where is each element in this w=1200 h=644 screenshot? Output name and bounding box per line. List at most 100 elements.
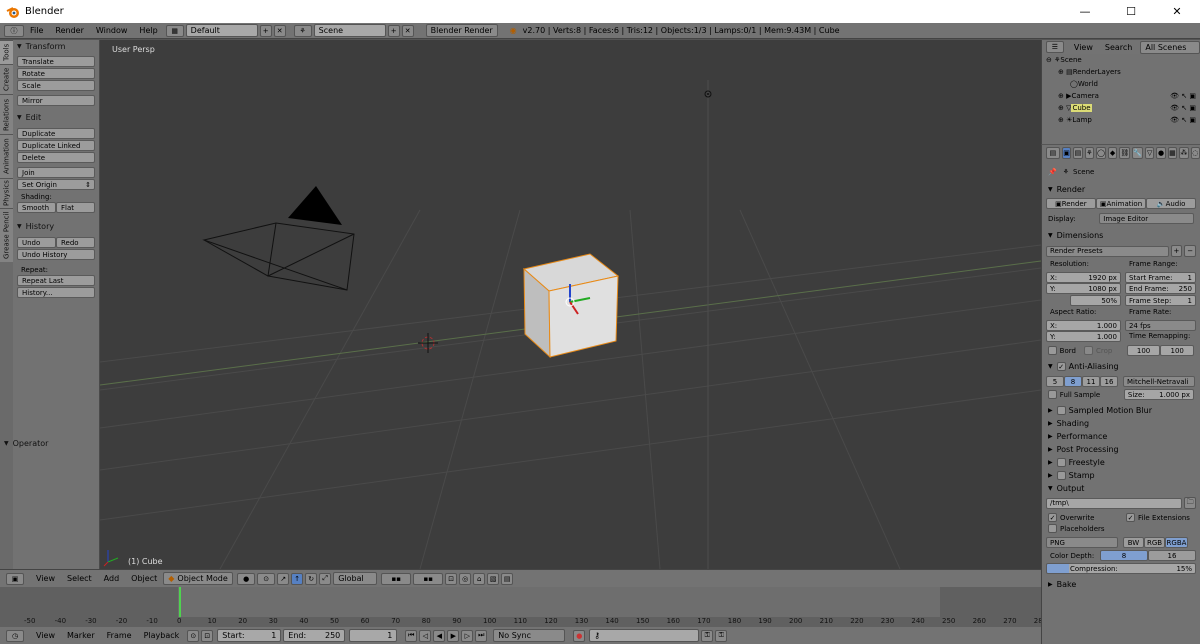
render-icon[interactable]: ▧ [487,572,500,585]
menu-marker[interactable]: Marker [61,631,101,640]
record-button-icon[interactable]: ● [573,629,586,642]
material-tab-icon[interactable]: ● [1156,147,1166,159]
undo-history-button[interactable]: Undo History [17,249,95,260]
visibility-icon[interactable]: 👁 ↖ ▣ [1170,92,1200,100]
pivot-icon[interactable]: ⊙ [257,572,276,585]
translate-button[interactable]: Translate [17,56,95,67]
remap-old-field[interactable]: 100 [1126,345,1161,356]
proportional-icon[interactable]: ◎ [459,572,472,585]
delete-key-icon[interactable]: ⚿ [715,629,728,642]
render-engine-select[interactable]: Blender Render [425,24,498,37]
output-section-header[interactable]: ▼ Output [1042,482,1200,495]
editor-type-icon[interactable]: ☰ [1046,41,1064,53]
scale-button[interactable]: Scale [17,80,95,91]
aspect-x-field[interactable]: X: 1.000 [1046,320,1121,331]
add-layout-icon[interactable]: + [259,24,272,37]
outliner-item-world[interactable]: ◯ World [1042,78,1200,90]
editor-type-icon[interactable]: ▣ [6,572,24,585]
menu-playback[interactable]: Playback [138,631,186,640]
pin-icon[interactable]: 📌 [1048,168,1057,176]
display-select[interactable]: Image Editor [1099,213,1194,224]
bord-checkbox[interactable] [1048,346,1057,355]
remap-new-field[interactable]: 100 [1160,345,1195,356]
jump-end-icon[interactable]: ⏭ [475,629,488,642]
file-extensions-checkbox[interactable]: ✓ [1126,513,1135,522]
menu-window[interactable]: Window [90,26,134,35]
flat-button[interactable]: Flat [56,202,95,213]
post-processing-section-header[interactable]: ▶ Post Processing [1042,443,1200,456]
menu-search[interactable]: Search [1099,43,1138,52]
outliner-item-scene[interactable]: ⊖ ⚘ Scene [1042,54,1200,66]
resolution-x-field[interactable]: X: 1920 px [1046,272,1121,283]
add-scene-icon[interactable]: + [387,24,400,37]
render-tab-icon[interactable]: ▣ [1061,147,1072,159]
lock-icon[interactable]: ⊡ [445,572,458,585]
layers-icon[interactable]: ▪▪ [381,572,412,585]
anti-aliasing-section-header[interactable]: ▼ ✓ Anti-Aliasing [1042,360,1200,373]
mirror-button[interactable]: Mirror [17,95,95,106]
duplicate-linked-button[interactable]: Duplicate Linked [17,140,95,151]
stamp-checkbox[interactable] [1056,471,1066,480]
rotate-button[interactable]: Rotate [17,68,95,79]
crop-checkbox[interactable] [1084,346,1094,355]
cube-object[interactable] [522,253,620,359]
full-sample-checkbox[interactable] [1048,390,1057,399]
remove-layout-icon[interactable]: ✕ [273,24,286,37]
manipulator-icon[interactable]: ↗ [277,572,290,585]
screen-layout-icon[interactable]: ▦ [165,24,184,37]
shading-mode-icon[interactable]: ● [237,572,256,585]
overwrite-checkbox[interactable]: ✓ [1048,513,1057,522]
camera-object[interactable] [202,186,355,291]
data-tab-icon[interactable]: ▽ [1144,147,1155,159]
menu-object[interactable]: Object [125,574,163,583]
history-button[interactable]: History... [17,287,95,298]
depth-8-button[interactable]: 8 [1100,550,1148,561]
duplicate-button[interactable]: Duplicate [17,128,95,139]
current-frame-field[interactable]: 1 [349,629,398,642]
motion-blur-section-header[interactable]: ▶ Sampled Motion Blur [1042,404,1200,417]
tab-tools[interactable]: Tools [0,40,13,64]
modifiers-tab-icon[interactable]: 🔧 [1132,147,1143,159]
add-preset-icon[interactable]: + [1170,245,1183,257]
rgba-button[interactable]: RGBA [1165,537,1188,548]
editor-type-icon[interactable]: ⓘ [4,24,24,37]
start-frame-field[interactable]: Start: 1 [217,629,282,642]
visibility-icon[interactable]: 👁 ↖ ▣ [1170,104,1200,112]
orientation-select[interactable]: Global [333,572,378,585]
layout-field[interactable]: Default [185,24,258,37]
render-presets-select[interactable]: Render Presets [1046,245,1169,257]
remove-preset-icon[interactable]: − [1184,245,1196,257]
outliner-item-camera[interactable]: ⊕ ▶ Camera 👁 ↖ ▣ [1042,90,1200,102]
rgb-button[interactable]: RGB [1144,537,1165,548]
animation-button[interactable]: ▣ Animation [1095,198,1147,209]
outliner-item-renderlayers[interactable]: ⊕ ▤ RenderLayers [1042,66,1200,78]
render-button[interactable]: ▣ Render [1046,198,1096,209]
rotate-icon[interactable]: ↻ [305,572,318,585]
tab-relations[interactable]: Relations [0,94,13,134]
camera-icon[interactable]: ▤ [501,572,514,585]
visibility-icon[interactable]: 👁 ↖ ▣ [1170,116,1200,124]
menu-view[interactable]: View [30,631,61,640]
menu-frame[interactable]: Frame [101,631,138,640]
close-button[interactable]: ✕ [1154,0,1200,23]
particles-tab-icon[interactable]: ⁂ [1179,147,1189,159]
output-path-field[interactable]: /tmp\ [1046,497,1183,509]
aa-11-button[interactable]: 11 [1082,376,1100,387]
stamp-section-header[interactable]: ▶ Stamp [1042,469,1200,482]
current-frame-line[interactable] [179,587,181,617]
tab-physics[interactable]: Physics [0,178,13,208]
edit-panel-header[interactable]: ▼ Edit [13,111,99,124]
anti-aliasing-checkbox[interactable]: ✓ [1056,362,1066,371]
scene-icon[interactable]: ⚘ [293,24,312,37]
redo-button[interactable]: Redo [56,237,95,248]
keying-set-field[interactable]: ⚷ [589,629,700,642]
lock-icon[interactable]: ⊡ [201,629,214,642]
outliner-item-lamp[interactable]: ⊕ ☀ Lamp 👁 ↖ ▣ [1042,114,1200,126]
delete-button[interactable]: Delete [17,152,95,163]
menu-view[interactable]: View [30,574,61,583]
timeline[interactable]: -50 -40 -30 -20 -10 0 10 20 30 40 50 60 70 80 90 100 110… [0,587,1047,627]
constraints-tab-icon[interactable]: ⛓ [1119,147,1131,159]
translate-icon[interactable]: ↑ [291,572,304,585]
motion-blur-checkbox[interactable] [1056,406,1066,415]
undo-button[interactable]: Undo [17,237,56,248]
